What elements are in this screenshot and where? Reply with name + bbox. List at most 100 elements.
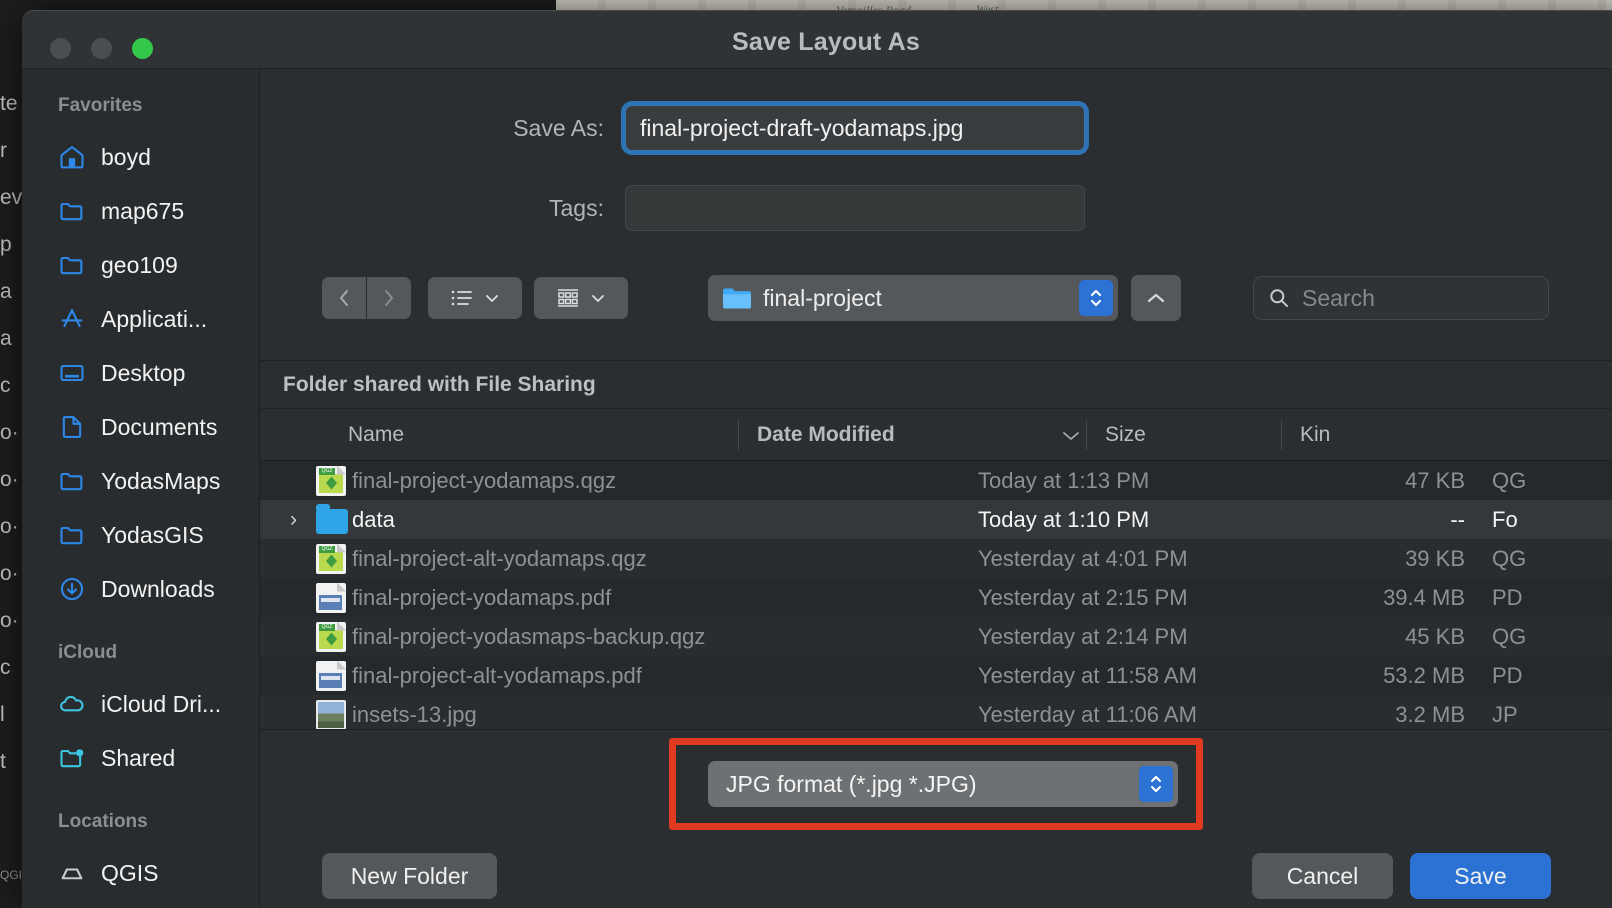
sidebar-item-label: QGIS [101,859,159,886]
sidebar-item-applications[interactable]: Applicati... [22,292,259,346]
file-kind: JP [1492,701,1518,727]
chevron-down-icon[interactable] [1060,409,1082,461]
table-row[interactable]: › data Today at 1:10 PM -- Fo [260,500,1612,539]
file-format-value: JPG format (*.jpg *.JPG) [726,770,977,797]
chevron-down-icon [590,292,606,304]
qgz-file-icon: QGZ [316,465,346,496]
format-stepper-icon[interactable] [1139,766,1173,802]
bg-strip-line: o· [0,515,19,538]
document-icon [58,413,86,441]
table-row[interactable]: final-project-alt-yodamaps.pdf Yesterday… [260,656,1612,695]
column-header-name[interactable]: Name [348,409,404,461]
downloads-icon [58,575,86,603]
sidebar-item-label: Shared [101,744,176,771]
table-row[interactable]: QGZ final-project-alt-yodamaps.qgz Yeste… [260,539,1612,578]
sidebar-item-icloud-drive[interactable]: iCloud Dri... [22,677,259,731]
sidebar-item-label: map675 [101,197,185,224]
cancel-button[interactable]: Cancel [1252,853,1393,899]
file-size: 39.4 MB [1383,584,1465,610]
search-input[interactable]: Search [1302,285,1375,312]
file-list[interactable]: QGZ final-project-yodamaps.qgz Today at … [260,461,1612,729]
sidebar-item-documents[interactable]: Documents [22,400,259,454]
column-divider[interactable] [1281,420,1282,450]
bg-strip-line: te [0,92,18,115]
dialog-title: Save Layout As [731,28,921,56]
table-row[interactable]: insets-13.jpg Yesterday at 11:06 AM 3.2 … [260,695,1612,729]
save-as-input[interactable]: final-project-draft-yodamaps.jpg [625,105,1085,151]
sidebar-item-boyd[interactable]: boyd [22,130,259,184]
sidebar-item-downloads[interactable]: Downloads [22,562,259,616]
forward-button[interactable] [367,277,411,319]
sidebar-item-map675[interactable]: map675 [22,184,259,238]
sidebar-item-label: Downloads [101,575,215,602]
home-icon [58,143,86,171]
bg-strip-line: r [0,139,7,162]
chevron-left-icon [335,287,353,309]
file-name: final-project-alt-yodamaps.qgz [352,545,647,571]
file-size: 45 KB [1405,623,1465,649]
applications-icon [58,305,86,333]
tags-label: Tags: [549,194,604,221]
folder-icon [316,503,348,535]
sidebar-item-label: Desktop [101,359,186,386]
folder-share-banner: Folder shared with File Sharing [260,361,1612,409]
folder-icon [58,467,86,495]
tags-input[interactable] [625,185,1085,231]
cloud-icon [58,690,86,718]
file-date: Today at 1:13 PM [978,467,1150,493]
table-row[interactable]: QGZ final-project-yodamaps.qgz Today at … [260,461,1612,500]
tags-row: Tags: [500,185,1085,231]
new-folder-button[interactable]: New Folder [322,853,497,899]
file-size: 53.2 MB [1383,662,1465,688]
back-button[interactable] [322,277,366,319]
file-kind: PD [1492,662,1523,688]
shared-folder-icon [58,744,86,772]
sidebar-group-favorites-title: Favorites [58,95,143,116]
sidebar-item-shared[interactable]: Shared [22,731,259,785]
save-button[interactable]: Save [1410,853,1551,899]
file-date: Yesterday at 11:58 AM [978,662,1197,688]
chevron-down-icon [484,292,500,304]
sidebar-item-yodasgis[interactable]: YodasGIS [22,508,259,562]
file-name: final-project-yodamaps.qgz [352,467,617,493]
grid-view-button[interactable] [534,277,628,319]
table-row[interactable]: final-project-yodamaps.pdf Yesterday at … [260,578,1612,617]
navigation-toolbar: final-project Search [260,269,1612,361]
folder-icon [58,197,86,225]
sidebar-item-qgis[interactable]: QGIS [22,846,259,900]
dialog-titlebar[interactable]: Save Layout As [22,11,1612,69]
save-layout-dialog: Save Layout As Favorites boyd map675 geo… [22,10,1612,908]
bg-strip-line: a [0,327,12,350]
list-view-button[interactable] [428,277,522,319]
go-up-button[interactable] [1131,275,1181,321]
column-divider[interactable] [1086,420,1087,450]
sidebar-item-desktop[interactable]: Desktop [22,346,259,400]
table-row[interactable]: QGZ final-project-yodasmaps-backup.qgz Y… [260,617,1612,656]
file-kind: PD [1492,584,1523,610]
file-name: final-project-alt-yodamaps.pdf [352,662,642,688]
column-header-kind[interactable]: Kin [1300,409,1330,461]
search-field[interactable]: Search [1253,276,1549,320]
file-kind: Fo [1492,506,1518,532]
qgz-file-icon: QGZ [316,543,346,574]
file-list-column-headers: Name Date Modified Size Kin [260,409,1612,461]
qgz-file-icon: QGZ [316,621,346,652]
path-popup-button[interactable]: final-project [708,275,1118,321]
bg-strip-line: o· [0,421,19,444]
column-divider[interactable] [738,420,739,450]
column-header-size[interactable]: Size [1105,409,1146,461]
path-popup-label: final-project [763,284,882,311]
bg-strip-line: l [0,703,5,726]
file-format-select[interactable]: JPG format (*.jpg *.JPG) [708,761,1178,807]
path-stepper-icon[interactable] [1079,280,1113,316]
sidebar-item-yodasmaps[interactable]: YodasMaps [22,454,259,508]
sidebar-item-geo109[interactable]: geo109 [22,238,259,292]
bg-strip-line: c [0,374,11,397]
folder-icon [58,521,86,549]
column-header-date-modified[interactable]: Date Modified [757,409,895,461]
sidebar-item-label: boyd [101,143,151,170]
chevron-up-icon [1145,290,1167,306]
bg-strip-line: o· [0,609,19,632]
save-as-row: Save As: final-project-draft-yodamaps.jp… [500,105,1085,151]
disclosure-triangle-icon[interactable]: › [290,508,308,532]
